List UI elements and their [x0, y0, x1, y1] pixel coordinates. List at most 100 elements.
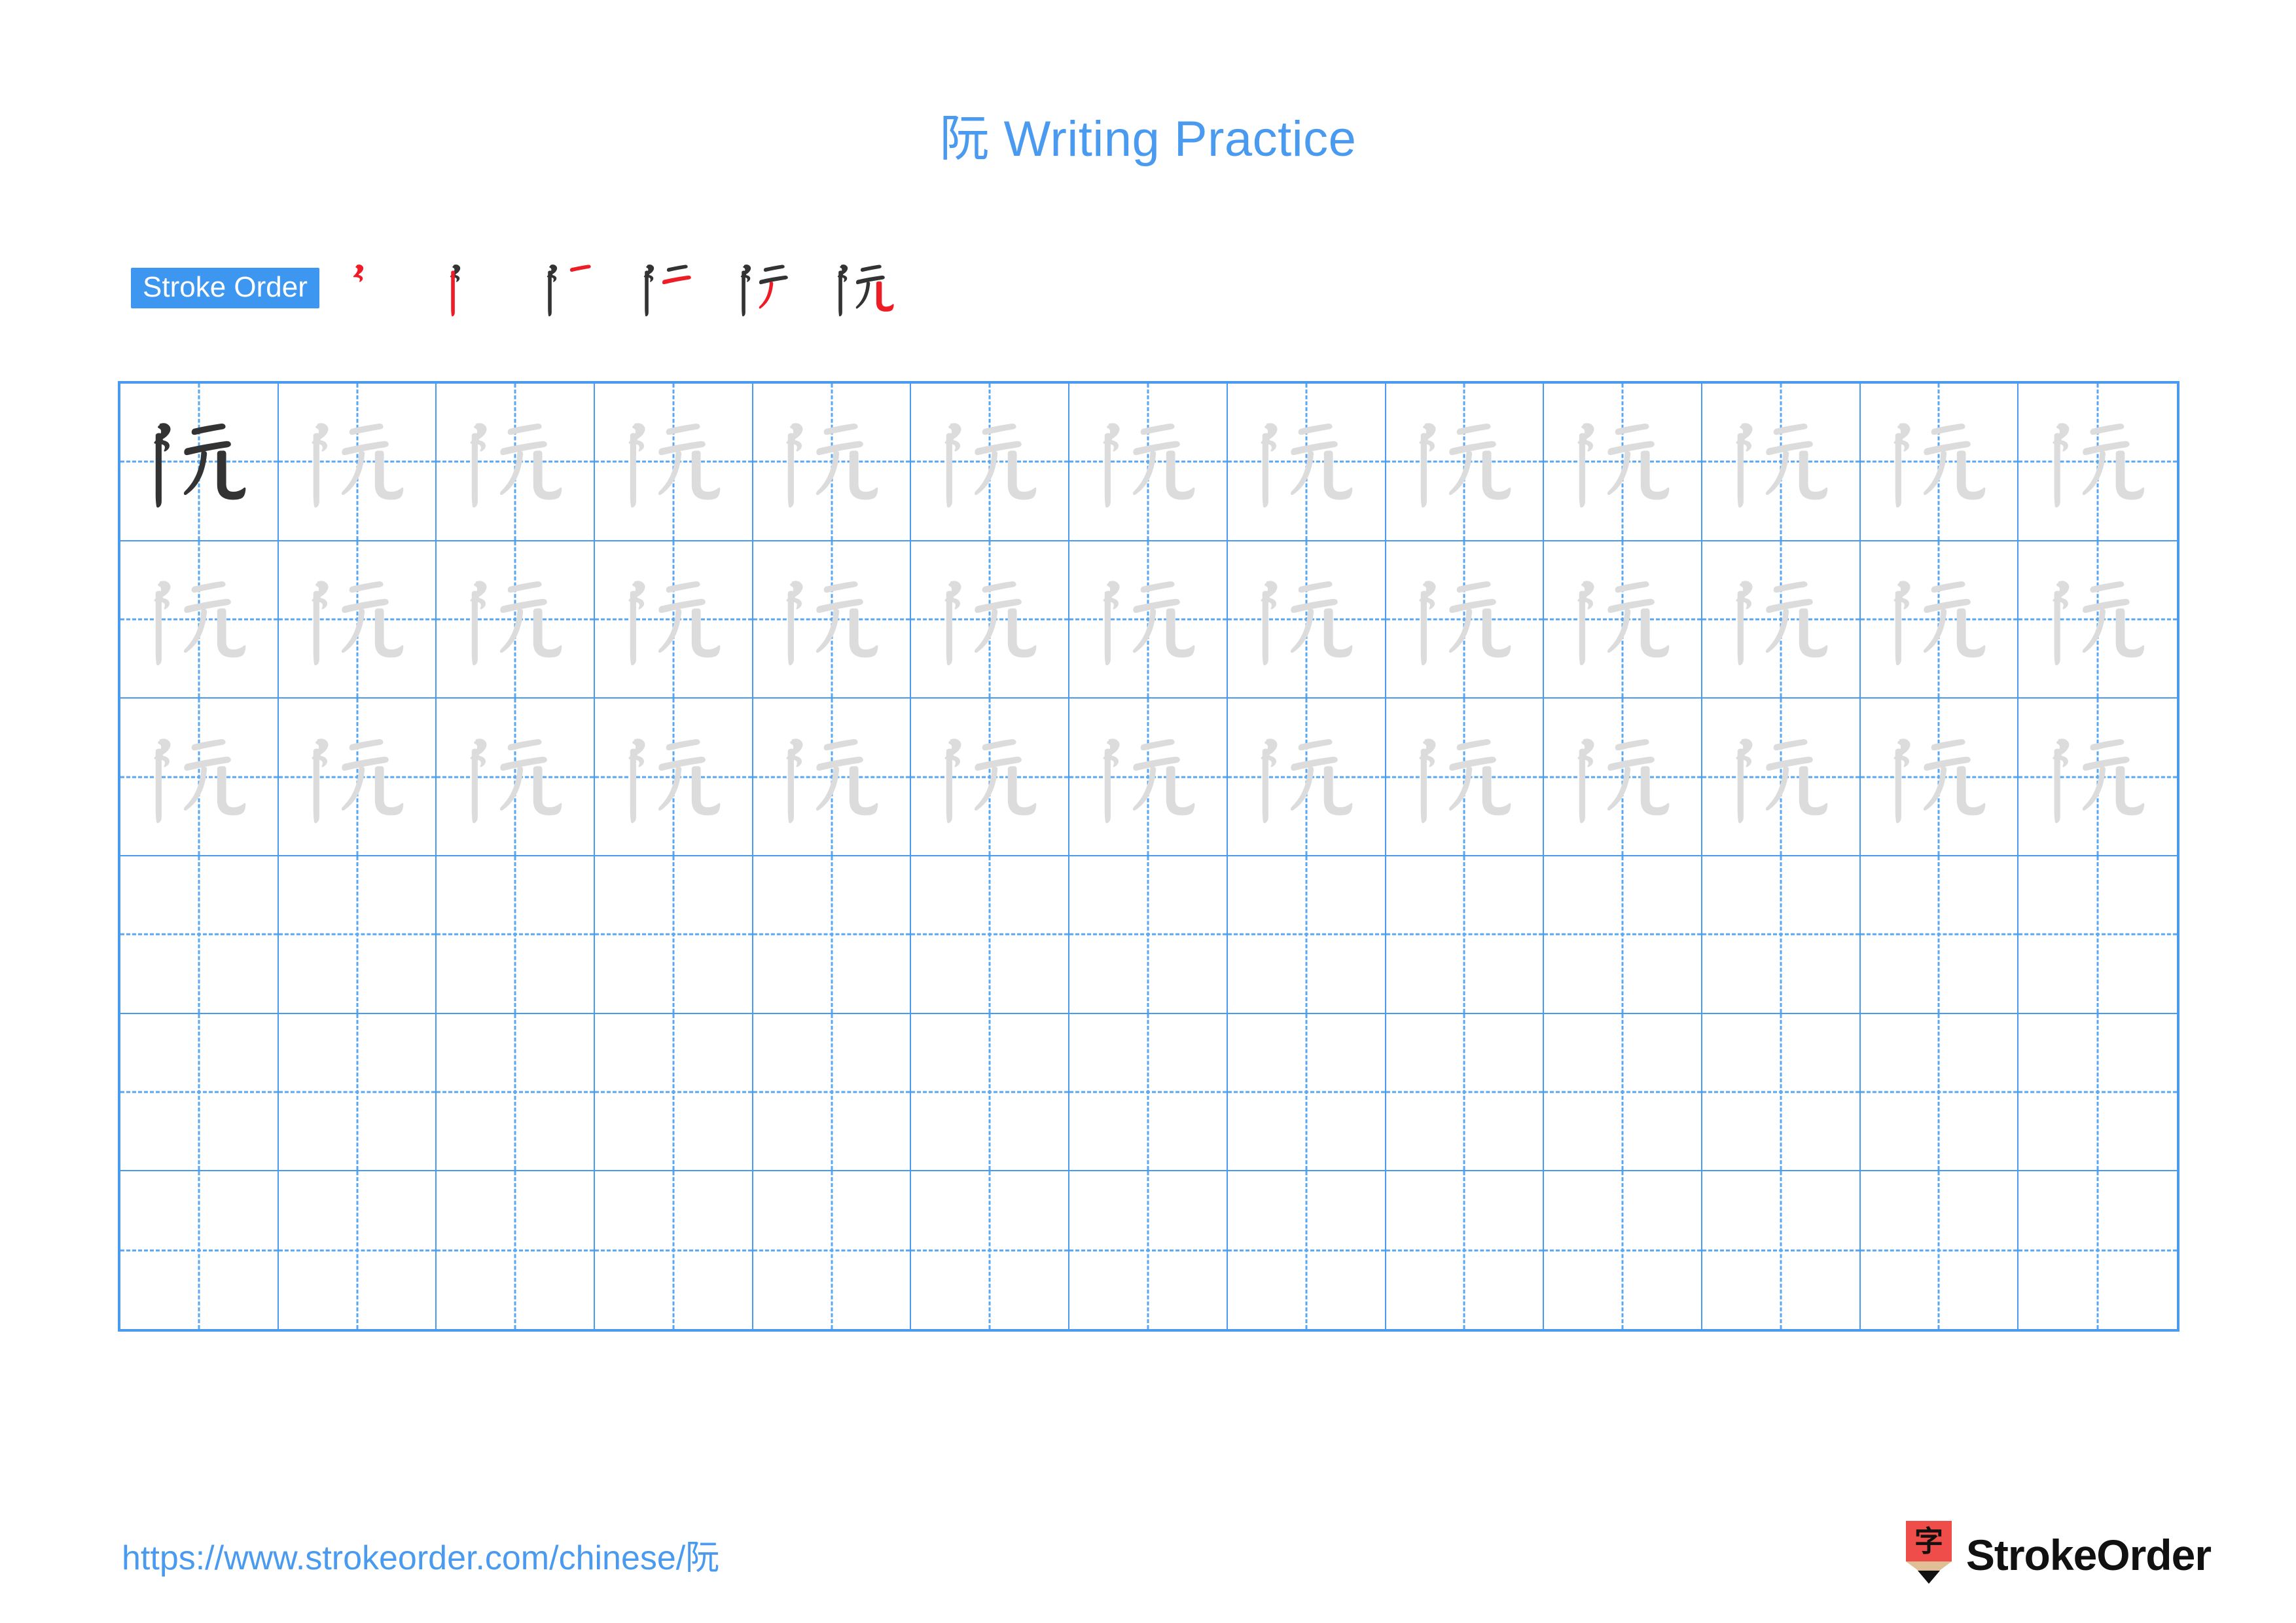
practice-cell-r5-c10[interactable]: [1544, 1013, 1702, 1172]
footer-url[interactable]: https://www.strokeorder.com/chinese/阮: [122, 1530, 719, 1579]
practice-cell-r6-c6[interactable]: [911, 1171, 1070, 1329]
practice-cell-r6-c5[interactable]: [753, 1171, 912, 1329]
page-title: 阮 Writing Practice: [939, 111, 1357, 167]
practice-cell-r4-c8[interactable]: [1227, 856, 1386, 1014]
practice-cell-r3-c1[interactable]: [120, 699, 279, 856]
practice-cell-r3-c9[interactable]: [1386, 699, 1545, 856]
practice-cell-r4-c11[interactable]: [1702, 856, 1861, 1014]
practice-cell-r1-c1[interactable]: [120, 384, 279, 541]
practice-cell-r2-c7[interactable]: [1069, 541, 1228, 699]
practice-cell-r5-c9[interactable]: [1386, 1013, 1545, 1172]
practice-grid: [118, 381, 2179, 1332]
stroke-order-badge: Stroke Order: [131, 268, 319, 308]
practice-cell-r5-c1[interactable]: [120, 1013, 279, 1172]
practice-cell-r1-c12[interactable]: [1860, 384, 2019, 541]
practice-cell-r6-c9[interactable]: [1386, 1171, 1545, 1329]
practice-cell-r4-c12[interactable]: [1860, 856, 2019, 1014]
practice-character: [1069, 384, 1227, 540]
practice-cell-r6-c2[interactable]: [279, 1171, 437, 1329]
stroke-step-3: [529, 249, 620, 327]
practice-cell-r6-c8[interactable]: [1228, 1171, 1386, 1329]
practice-character: [120, 699, 278, 855]
practice-cell-r2-c6[interactable]: [911, 541, 1070, 699]
practice-cell-r3-c3[interactable]: [437, 699, 596, 856]
practice-cell-r3-c7[interactable]: [1069, 699, 1228, 856]
practice-cell-r4-c6[interactable]: [911, 856, 1070, 1014]
practice-character: [1386, 699, 1543, 855]
practice-cell-r2-c9[interactable]: [1386, 541, 1545, 699]
practice-cell-r5-c11[interactable]: [1702, 1013, 1861, 1172]
practice-cell-r5-c8[interactable]: [1227, 1013, 1386, 1172]
practice-character: [2018, 384, 2177, 540]
practice-character: [1702, 541, 1859, 698]
svg-text:字: 字: [1914, 1525, 1943, 1558]
practice-cell-r4-c2[interactable]: [278, 856, 437, 1014]
practice-cell-r6-c7[interactable]: [1069, 1171, 1228, 1329]
practice-cell-r3-c8[interactable]: [1227, 699, 1386, 856]
practice-cell-r3-c4[interactable]: [595, 699, 753, 856]
practice-cell-r5-c2[interactable]: [278, 1013, 437, 1172]
practice-cell-r2-c2[interactable]: [278, 541, 437, 699]
practice-cell-r1-c5[interactable]: [753, 384, 912, 541]
practice-cell-r1-c11[interactable]: [1702, 384, 1861, 541]
practice-cell-r2-c13[interactable]: [2018, 541, 2177, 699]
practice-cell-r1-c4[interactable]: [595, 384, 753, 541]
practice-character: [437, 384, 594, 540]
practice-cell-r2-c3[interactable]: [437, 541, 596, 699]
practice-cell-r3-c13[interactable]: [2018, 699, 2177, 856]
practice-cell-r3-c10[interactable]: [1544, 699, 1702, 856]
practice-cell-r5-c13[interactable]: [2018, 1014, 2177, 1172]
practice-character: [1228, 384, 1385, 540]
practice-cell-r1-c13[interactable]: [2018, 384, 2177, 541]
practice-cell-r5-c7[interactable]: [1069, 1013, 1228, 1172]
practice-cell-r6-c1[interactable]: [120, 1171, 279, 1329]
practice-cell-r1-c2[interactable]: [278, 384, 437, 541]
practice-cell-r6-c13[interactable]: [2018, 1171, 2177, 1329]
practice-cell-r2-c8[interactable]: [1227, 541, 1386, 699]
practice-cell-r5-c6[interactable]: [911, 1013, 1070, 1172]
practice-cell-r1-c8[interactable]: [1227, 384, 1386, 541]
practice-cell-r1-c7[interactable]: [1069, 384, 1228, 541]
practice-character: [120, 541, 278, 698]
practice-cell-r6-c12[interactable]: [1861, 1171, 2019, 1329]
practice-cell-r5-c3[interactable]: [437, 1013, 596, 1172]
practice-cell-r1-c9[interactable]: [1386, 384, 1545, 541]
practice-cell-r2-c10[interactable]: [1544, 541, 1702, 699]
practice-cell-r4-c1[interactable]: [120, 856, 279, 1014]
practice-cell-r6-c10[interactable]: [1544, 1171, 1702, 1329]
practice-character: [1228, 699, 1385, 855]
practice-cell-r4-c3[interactable]: [437, 856, 596, 1014]
stroke-step-5: [723, 249, 814, 327]
practice-cell-r6-c4[interactable]: [595, 1171, 753, 1329]
practice-cell-r1-c6[interactable]: [911, 384, 1070, 541]
practice-cell-r5-c4[interactable]: [595, 1013, 753, 1172]
practice-cell-r2-c5[interactable]: [753, 541, 912, 699]
practice-cell-r3-c6[interactable]: [911, 699, 1070, 856]
practice-cell-r6-c3[interactable]: [437, 1171, 596, 1329]
practice-character: [1228, 541, 1385, 698]
practice-character: [1702, 384, 1859, 540]
practice-cell-r2-c12[interactable]: [1860, 541, 2019, 699]
practice-cell-r1-c3[interactable]: [437, 384, 596, 541]
practice-cell-r1-c10[interactable]: [1544, 384, 1702, 541]
practice-cell-r2-c4[interactable]: [595, 541, 753, 699]
practice-cell-r2-c1[interactable]: [120, 541, 279, 699]
practice-cell-r4-c4[interactable]: [595, 856, 753, 1014]
stroke-step-2: [432, 249, 524, 327]
practice-cell-r4-c13[interactable]: [2018, 856, 2177, 1014]
practice-cell-r3-c12[interactable]: [1860, 699, 2019, 856]
practice-character: [120, 384, 278, 540]
practice-cell-r5-c5[interactable]: [753, 1013, 912, 1172]
practice-cell-r4-c7[interactable]: [1069, 856, 1228, 1014]
practice-cell-r4-c9[interactable]: [1386, 856, 1545, 1014]
practice-cell-r3-c2[interactable]: [278, 699, 437, 856]
practice-cell-r3-c11[interactable]: [1702, 699, 1861, 856]
practice-character: [1544, 541, 1701, 698]
practice-cell-r2-c11[interactable]: [1702, 541, 1861, 699]
practice-cell-r4-c5[interactable]: [753, 856, 912, 1014]
practice-cell-r3-c5[interactable]: [753, 699, 912, 856]
practice-cell-r6-c11[interactable]: [1702, 1171, 1861, 1329]
practice-cell-r4-c10[interactable]: [1544, 856, 1702, 1014]
practice-character: [1544, 699, 1701, 855]
practice-cell-r5-c12[interactable]: [1860, 1013, 2019, 1172]
